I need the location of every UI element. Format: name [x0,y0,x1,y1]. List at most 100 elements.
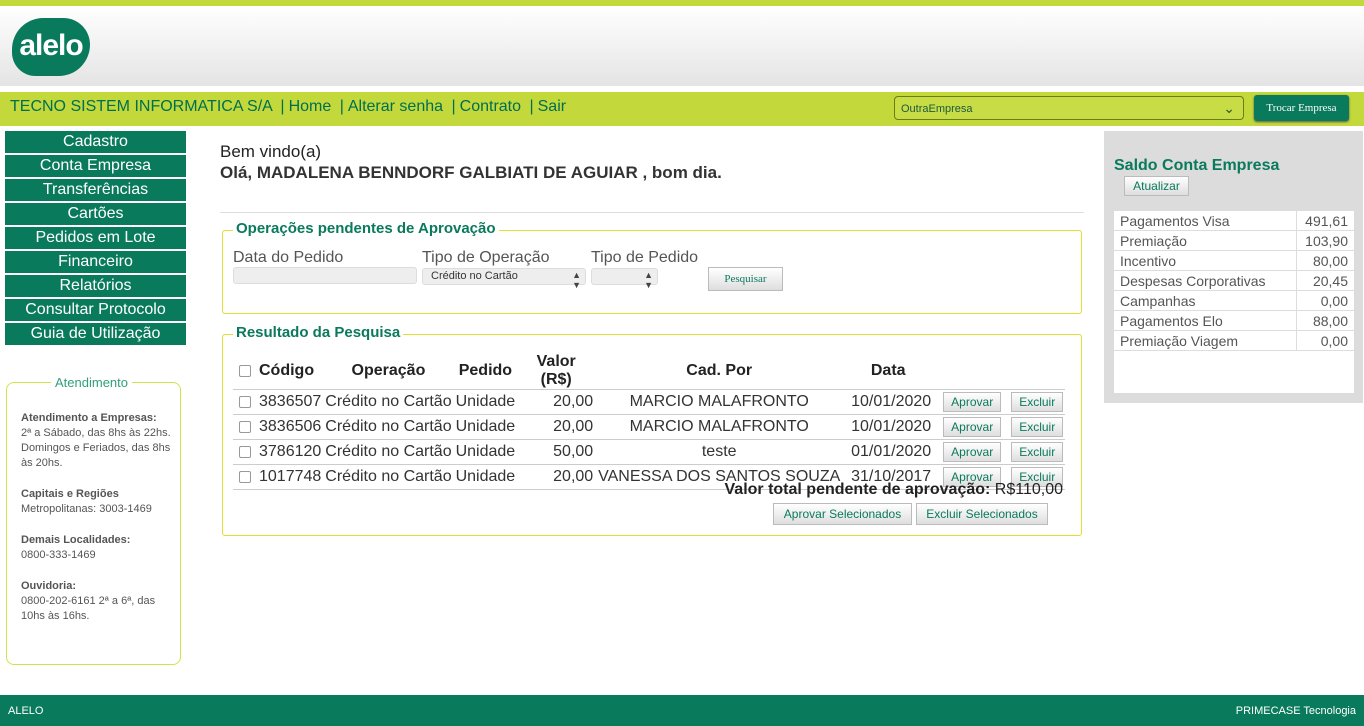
divider [220,212,1084,213]
company-select[interactable]: OutraEmpresa ⌄ [894,96,1244,120]
support-box: Atendimento Atendimento a Empresas: 2ª a… [6,375,181,665]
support-body: Atendimento a Empresas: 2ª a Sábado, das… [21,411,176,624]
cell-by: MARCIO MALAFRONTO [595,389,844,415]
balance-row: Pagamentos Elo 88,00 [1114,310,1354,331]
row-checkbox[interactable] [239,445,251,458]
balance-row: Premiação Viagem 0,00 [1114,330,1354,351]
support-text: 0800-333-1469 [21,549,96,561]
column-header-codigo: Código [257,353,324,390]
nav-separator: | [529,98,534,115]
nav-link-alterar-senha[interactable]: Alterar senha [348,98,443,115]
menu-item-transferencias[interactable]: Transferências [5,179,186,201]
balance-value: 491,61 [1296,211,1354,231]
date-input[interactable] [233,267,417,284]
row-checkbox[interactable] [239,395,251,408]
support-text: 0800-202-6161 2ª a 6ª, das 10hs às 16hs. [21,595,156,622]
nav-separator: | [339,98,344,115]
support-text: Metropolitanas: 3003-1469 [21,503,152,515]
balance-list: Pagamentos Visa 491,61 Premiação 103,90 In… [1114,211,1354,393]
column-header-pedido: Pedido [453,353,518,390]
pending-operations-panel: Operações pendentes de Aprovação Data do… [222,220,1082,314]
table-row: 3786120 Crédito no Cartão Unidade 50,00 … [233,439,1066,465]
nav-link-home[interactable]: Home [289,98,332,115]
cell-order: Unidade [453,439,518,465]
nav-link-contrato[interactable]: Contrato [460,98,521,115]
balance-label: Incentivo [1114,250,1297,271]
cell-date: 10/01/2020 [843,389,934,415]
balance-value: 103,90 [1296,230,1354,251]
table-header-row: Código Operação Pedido Valor (R$) Cad. P… [233,353,1066,390]
greeting-text: Olá, MADALENA BENNDORF GALBIATI DE AGUIA… [220,163,722,182]
cell-by: MARCIO MALAFRONTO [595,414,844,440]
menu-item-relatorios[interactable]: Relatórios [5,275,186,297]
select-all-checkbox[interactable] [239,364,251,377]
cell-order: Unidade [453,414,518,440]
cell-code: 3836507 [257,389,324,415]
cell-value: 20,00 [517,389,596,415]
welcome-text: Bem vindo(a) [220,142,322,161]
balance-label: Premiação Viagem [1114,330,1297,351]
footer-right: PRIMECASE Tecnologia [1235,705,1356,717]
footer-left: ALELO [8,705,44,717]
delete-button[interactable]: Excluir [1011,392,1064,412]
balance-row: Campanhas 0,00 [1114,290,1354,311]
balance-value: 0,00 [1296,330,1354,351]
menu-item-pedidos-em-lote[interactable]: Pedidos em Lote [5,227,186,249]
search-results-panel: Resultado da Pesquisa Código Operação Pe… [222,324,1082,536]
cell-operation: Crédito no Cartão [323,414,454,440]
balance-label: Pagamentos Visa [1114,211,1297,231]
balance-value: 20,45 [1296,270,1354,291]
cell-value: 20,00 [517,414,596,440]
column-header-cad-por: Cad. Por [595,353,844,390]
cell-operation: Crédito no Cartão [323,389,454,415]
balance-table: Pagamentos Visa 491,61 Premiação 103,90 In… [1114,211,1354,351]
alelo-logo[interactable]: alelo [12,18,90,76]
balance-row: Incentivo 80,00 [1114,250,1354,271]
balance-row: Despesas Corporativas 20,45 [1114,270,1354,291]
menu-item-cartoes[interactable]: Cartões [5,203,186,225]
date-label: Data do Pedido [233,249,344,266]
approve-selected-button[interactable]: Aprovar Selecionados [773,503,912,525]
menu-item-conta-empresa[interactable]: Conta Empresa [5,155,186,177]
cell-operation: Crédito no Cartão [323,439,454,465]
cell-date: 10/01/2020 [843,414,934,440]
support-label: Atendimento a Empresas: [21,412,157,424]
menu-item-financeiro[interactable]: Financeiro [5,251,186,273]
menu-item-cadastro[interactable]: Cadastro [5,131,186,153]
cell-by: teste [595,439,844,465]
approve-button[interactable]: Aprovar [943,392,1002,412]
cell-order: Unidade [453,389,518,415]
header: alelo [0,6,1364,86]
footer: ALELO PRIMECASE Tecnologia [0,695,1364,726]
column-header-data: Data [843,353,934,390]
delete-selected-button[interactable]: Excluir Selecionados [916,503,1048,525]
nav-separator: | [451,98,456,115]
operation-type-value: Crédito no Cartão [431,270,518,282]
search-button[interactable]: Pesquisar [708,267,783,291]
table-row: 3836507 Crédito no Cartão Unidade 20,00 … [233,389,1066,415]
table-row: 3836506 Crédito no Cartão Unidade 20,00 … [233,414,1066,440]
balance-row: Pagamentos Visa 491,61 [1114,211,1354,231]
balance-row: Premiação 103,90 [1114,230,1354,251]
approve-button[interactable]: Aprovar [943,442,1002,462]
swap-company-button[interactable]: Trocar Empresa [1254,95,1349,121]
approve-button[interactable]: Aprovar [943,417,1002,437]
order-type-select[interactable]: ▲ ▼ [591,268,658,290]
company-select-value: OutraEmpresa [901,103,973,115]
delete-button[interactable]: Excluir [1011,442,1064,462]
menu-item-consultar-protocolo[interactable]: Consultar Protocolo [5,299,186,321]
delete-button[interactable]: Excluir [1011,417,1064,437]
cell-value: 50,00 [517,439,596,465]
support-label: Capitais e Regiões [21,488,119,500]
support-label: Ouvidoria: [21,580,77,592]
select-arrows-icon: ▲ ▼ [644,270,653,290]
operation-type-label: Tipo de Operação [422,249,550,266]
refresh-button[interactable]: Atualizar [1124,176,1189,196]
nav-link-sair[interactable]: Sair [538,98,566,115]
balance-label: Despesas Corporativas [1114,270,1297,291]
chevron-down-icon: ⌄ [1223,100,1235,116]
row-checkbox[interactable] [239,420,251,433]
operation-type-select[interactable]: Crédito no Cartão ▲ ▼ [422,268,586,290]
menu-item-guia-de-utilizacao[interactable]: Guia de Utilização [5,323,186,345]
order-type-label: Tipo de Pedido [591,249,699,266]
